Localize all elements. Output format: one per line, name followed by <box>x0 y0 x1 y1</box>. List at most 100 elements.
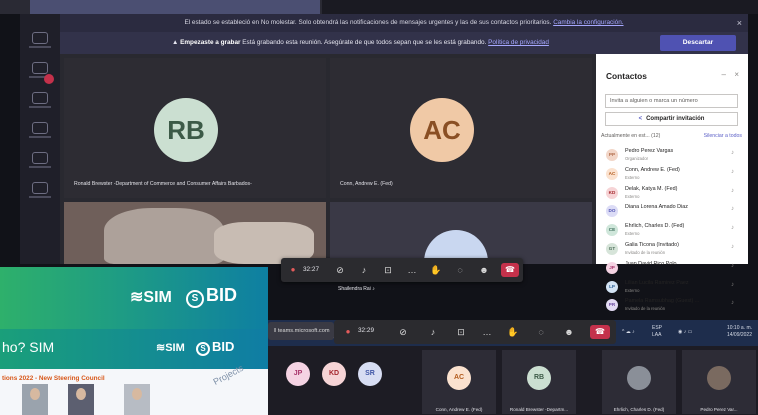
participant-thumbnail[interactable]: AC Conn, Andrew E. (Fed) <box>422 350 496 414</box>
video-tile[interactable] <box>64 202 326 264</box>
mic-off-icon[interactable]: ♪ <box>426 325 440 339</box>
dismiss-button[interactable]: Descartar <box>660 35 736 51</box>
chat-icon[interactable]: ◌ <box>453 263 467 277</box>
pause-icon: ‖ <box>274 328 277 334</box>
close-icon[interactable]: × <box>737 14 742 32</box>
more-icon[interactable]: … <box>405 263 419 277</box>
camera-off-icon[interactable]: ⊘ <box>333 263 347 277</box>
close-icon[interactable]: × <box>734 70 739 79</box>
recording-dot-icon: ● <box>290 265 296 274</box>
panel-title: Contactos <box>606 71 647 81</box>
participant-name: Ehrlich, Charles D. (Fed) <box>625 223 685 230</box>
minimize-icon[interactable]: – <box>722 70 726 79</box>
participant-thumbnail[interactable]: Ehrlich, Charles D. (Fed) <box>602 350 676 414</box>
tray-icons[interactable]: ^ ☁ ♪ <box>622 329 635 336</box>
mic-icon: ♪ <box>372 286 375 292</box>
sidebar-item-calls[interactable] <box>26 148 54 174</box>
network-icon[interactable]: ◉ ♪ ▭ <box>678 329 692 336</box>
participant-row[interactable]: DO Diana Lorena Amado Diaz ♪ <box>596 202 748 221</box>
avatar[interactable]: JP <box>286 362 310 386</box>
mic-off-icon[interactable]: ♪ <box>731 225 734 231</box>
avatar: AC <box>410 98 474 162</box>
in-meeting-section[interactable]: Actualmente en est... (12) <box>601 133 660 139</box>
avatar[interactable]: SR <box>358 362 382 386</box>
people-icon[interactable]: ☻ <box>562 325 576 339</box>
participant-name: Ronald Brewster -Department of Commerce … <box>74 181 252 187</box>
participant-tile[interactable]: RB Ronald Brewster -Department of Commer… <box>64 58 326 198</box>
recording-message: ▲ Empezaste a grabar Está grabando esta … <box>172 32 549 54</box>
chat-icon[interactable]: ◌ <box>534 325 548 339</box>
participant-thumbnail[interactable]: RB Ronald Brewster -Departm... <box>502 350 576 414</box>
url-chip[interactable]: ‖ teams.microsoft.com <box>268 322 334 340</box>
recording-title: Empezaste a grabar <box>180 39 241 46</box>
sim-logo: ≋SIM <box>156 342 185 354</box>
chat-icon <box>32 62 48 74</box>
participant-row[interactable]: GT Galia Ticona (Invitado) Invitado de la … <box>596 240 748 259</box>
language-indicator[interactable]: ESP LAA <box>652 325 662 339</box>
top-strip-video <box>322 0 758 14</box>
people-icon[interactable]: ☻ <box>477 263 491 277</box>
avatar: AC <box>447 366 471 390</box>
warning-icon: ▲ <box>172 39 179 46</box>
participant-tile[interactable]: AC Conn, Andrew E. (Fed) <box>330 58 592 198</box>
camera-off-icon[interactable]: ⊘ <box>396 325 410 339</box>
sidebar-item-files[interactable] <box>26 178 54 204</box>
raise-hand-icon[interactable]: ✋ <box>506 325 520 339</box>
bell-icon <box>32 32 48 44</box>
mic-off-icon[interactable]: ♪ <box>731 263 734 269</box>
call-timer: 32:29 <box>358 327 374 334</box>
dnd-settings-link[interactable]: Cambia la configuración. <box>553 19 623 26</box>
shared-screen-tile[interactable] <box>330 202 592 264</box>
slide-banner: ≋SIM S BID <box>0 267 268 329</box>
leave-call-button[interactable]: ☎ <box>501 263 519 277</box>
mic-off-icon[interactable]: ♪ <box>731 206 734 212</box>
share-screen-icon[interactable]: ⊡ <box>381 263 395 277</box>
participant-row[interactable]: LP Lilian Lucila Ramirez Paez Externo ♪ <box>596 278 748 297</box>
participant-row[interactable]: KD Delak, Katya M. (Fed) Externo ♪ <box>596 184 748 203</box>
bid-mark-icon: S <box>186 290 204 308</box>
avatar <box>707 366 731 390</box>
slide-subtitle: tions 2022 - New Steering Council <box>2 375 105 382</box>
mic-off-icon[interactable]: ♪ <box>731 188 734 194</box>
avatar: PP <box>606 149 618 161</box>
avatar[interactable]: KD <box>322 362 346 386</box>
mic-off-icon[interactable]: ♪ <box>731 150 734 156</box>
member-photo <box>124 384 150 415</box>
sidebar-item-activity[interactable] <box>26 28 54 54</box>
participant-row[interactable]: AC Conn, Andrew E. (Fed) Externo ♪ <box>596 165 748 184</box>
participant-row[interactable]: PP Pedro Perez Vargas Organizador ♪ <box>596 146 748 165</box>
privacy-policy-link[interactable]: Política de privacidad <box>488 39 549 46</box>
mic-off-icon[interactable]: ♪ <box>731 300 734 306</box>
raise-hand-icon[interactable]: ✋ <box>429 263 443 277</box>
sidebar-item-teams[interactable] <box>26 88 54 114</box>
participant-role: Invitado de la reunión <box>625 306 666 312</box>
mute-all-link[interactable]: Silenciar a todos <box>704 133 742 139</box>
call-controls: ● 32:27 ⊘ ♪ ⊡ … ✋ ◌ ☻ ☎ <box>281 258 523 282</box>
participant-row[interactable]: CE Ehrlich, Charles D. (Fed) Externo ♪ <box>596 221 748 240</box>
mic-off-icon[interactable]: ♪ <box>357 263 371 277</box>
participant-name: Pedro Perez Vargas <box>625 148 674 154</box>
sim-mark-icon: ≋ <box>156 342 166 354</box>
leave-call-button[interactable]: ☎ <box>590 325 610 339</box>
bid-logo: S BID <box>196 339 234 356</box>
share-invite-button[interactable]: < Compartir invitación <box>605 112 738 126</box>
invite-input[interactable]: Invita a alguien o marca un número <box>605 94 738 108</box>
top-strip <box>0 0 758 14</box>
taskbar-clock[interactable]: 10:10 a. m. 14/09/2022 <box>727 325 752 339</box>
participant-role: Organizador <box>625 156 649 161</box>
dnd-text: El estado se estableció en No molestar. … <box>184 19 552 26</box>
avatar <box>627 366 651 390</box>
participant-row[interactable]: PR Pamela Ramsubhag (Guest) ... Invitado d… <box>596 296 748 315</box>
more-icon[interactable]: … <box>480 325 494 339</box>
participant-row[interactable]: JP Juan David Rico Polo ♪ <box>596 259 748 278</box>
sidebar-item-calendar[interactable] <box>26 118 54 144</box>
mic-off-icon[interactable]: ♪ <box>731 169 734 175</box>
mic-off-icon[interactable]: ♪ <box>731 282 734 288</box>
participant-thumbnail[interactable]: Pedro Perez Var... <box>682 350 756 414</box>
mic-off-icon[interactable]: ♪ <box>731 244 734 250</box>
participant-name: Juan David Rico Polo <box>625 260 677 267</box>
avatar: LP <box>606 280 618 293</box>
share-screen-icon[interactable]: ⊡ <box>454 325 468 339</box>
slide-heading: ho? SIM <box>2 339 55 355</box>
participant-name: Pedro Perez Var... <box>700 407 738 412</box>
